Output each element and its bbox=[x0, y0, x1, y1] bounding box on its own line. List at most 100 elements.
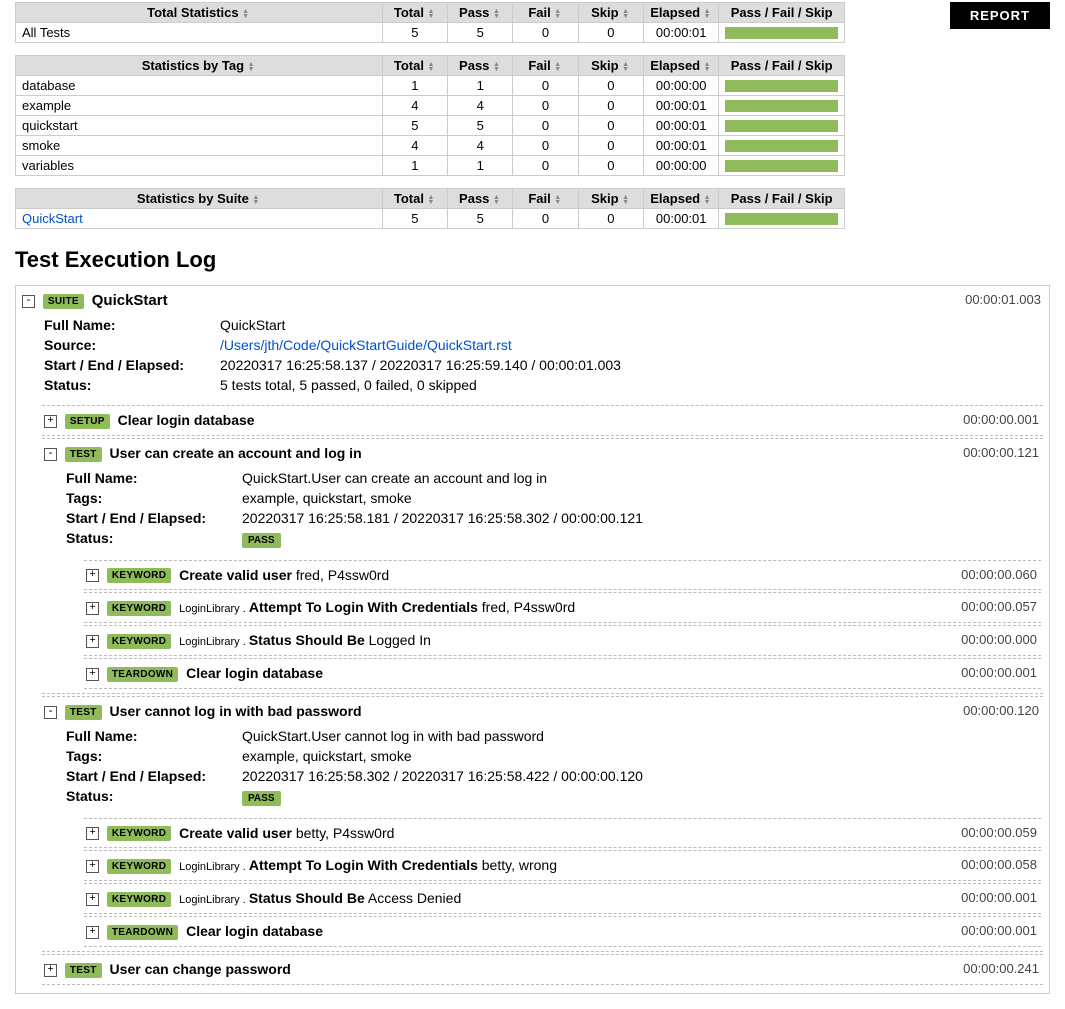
keyword-name: Clear login database bbox=[186, 923, 323, 939]
meta-value: 20220317 16:25:58.302 / 20220317 16:25:5… bbox=[242, 768, 1041, 784]
stat-graph bbox=[719, 23, 845, 43]
keyword-badge: TEARDOWN bbox=[107, 667, 178, 682]
expand-icon[interactable]: + bbox=[86, 668, 99, 681]
stat-name: example bbox=[16, 96, 383, 116]
keyword-elapsed: 00:00:00.060 bbox=[961, 567, 1037, 582]
keyword-row[interactable]: + KEYWORD LoginLibrary . Status Should B… bbox=[86, 630, 1039, 651]
test-row[interactable]: + TEST User can change password 00:00:00… bbox=[44, 959, 1041, 980]
expand-icon[interactable]: + bbox=[86, 926, 99, 939]
collapse-icon[interactable]: - bbox=[44, 448, 57, 461]
log-heading: Test Execution Log bbox=[15, 247, 1050, 273]
meta-value: PASS bbox=[242, 788, 1041, 806]
keyword-row[interactable]: + TEARDOWN Clear login database 00:00:00… bbox=[86, 921, 1039, 942]
col-header-pass[interactable]: Pass bbox=[448, 56, 513, 76]
test-meta: Full Name:QuickStart.User cannot log in … bbox=[44, 722, 1041, 816]
collapse-icon[interactable]: - bbox=[22, 295, 35, 308]
total-statistics-table: Total Statistics Total Pass Fail Skip El… bbox=[15, 2, 845, 43]
stat-skip: 0 bbox=[578, 96, 643, 116]
expand-icon[interactable]: + bbox=[44, 415, 57, 428]
setup-row[interactable]: + SETUP Clear login database 00:00:00.00… bbox=[44, 410, 1041, 431]
col-header-total[interactable]: Total bbox=[382, 56, 447, 76]
col-header-total[interactable]: Total bbox=[382, 3, 447, 23]
suite-meta: Full Name:QuickStart Source:/Users/jth/C… bbox=[22, 311, 1043, 403]
expand-icon[interactable]: + bbox=[86, 860, 99, 873]
expand-icon[interactable]: + bbox=[86, 635, 99, 648]
setup-badge: SETUP bbox=[65, 414, 110, 429]
suite-link[interactable]: QuickStart bbox=[22, 211, 83, 226]
collapse-icon[interactable]: - bbox=[44, 706, 57, 719]
suite-row[interactable]: - SUITE QuickStart 00:00:01.003 bbox=[22, 290, 1043, 311]
test-row[interactable]: - TEST User can create an account and lo… bbox=[44, 443, 1041, 464]
stat-name: database bbox=[16, 76, 383, 96]
col-header-skip[interactable]: Skip bbox=[578, 3, 643, 23]
keyword-args: Access Denied bbox=[368, 890, 461, 906]
col-header-elapsed[interactable]: Elapsed bbox=[644, 3, 719, 23]
stat-fail: 0 bbox=[513, 209, 578, 229]
keyword-badge: KEYWORD bbox=[107, 892, 171, 907]
col-header-elapsed[interactable]: Elapsed bbox=[644, 56, 719, 76]
keyword-row[interactable]: + KEYWORD LoginLibrary . Status Should B… bbox=[86, 888, 1039, 909]
col-header-skip[interactable]: Skip bbox=[578, 56, 643, 76]
expand-icon[interactable]: + bbox=[86, 569, 99, 582]
col-header-skip[interactable]: Skip bbox=[578, 189, 643, 209]
expand-icon[interactable]: + bbox=[86, 602, 99, 615]
stat-elapsed: 00:00:01 bbox=[644, 96, 719, 116]
stat-name: All Tests bbox=[16, 23, 383, 43]
test-badge: TEST bbox=[65, 705, 102, 720]
meta-label: Start / End / Elapsed: bbox=[66, 768, 242, 784]
stat-graph bbox=[719, 156, 845, 176]
stat-pass: 1 bbox=[448, 156, 513, 176]
status-badge: PASS bbox=[242, 533, 281, 548]
col-header-fail[interactable]: Fail bbox=[513, 189, 578, 209]
table-row: database110000:00:00 bbox=[16, 76, 845, 96]
meta-value: 5 tests total, 5 passed, 0 failed, 0 ski… bbox=[220, 377, 1043, 393]
table-row: example440000:00:01 bbox=[16, 96, 845, 116]
keyword-elapsed: 00:00:00.059 bbox=[961, 825, 1037, 840]
keyword-row[interactable]: + KEYWORD LoginLibrary . Attempt To Logi… bbox=[86, 597, 1039, 618]
test-row[interactable]: - TEST User cannot log in with bad passw… bbox=[44, 701, 1041, 722]
test-elapsed: 00:00:00.121 bbox=[963, 445, 1039, 460]
col-header-pass[interactable]: Pass bbox=[448, 189, 513, 209]
test-elapsed: 00:00:00.120 bbox=[963, 703, 1039, 718]
col-header-name[interactable]: Statistics by Suite bbox=[16, 189, 383, 209]
col-header-total[interactable]: Total bbox=[382, 189, 447, 209]
keyword-row[interactable]: + KEYWORD Create valid user fred, P4ssw0… bbox=[86, 565, 1039, 586]
stat-total: 5 bbox=[382, 209, 447, 229]
keyword-row[interactable]: + KEYWORD LoginLibrary . Attempt To Logi… bbox=[86, 855, 1039, 876]
stat-graph bbox=[719, 116, 845, 136]
keyword-lib: LoginLibrary . bbox=[179, 861, 249, 873]
col-header-pass[interactable]: Pass bbox=[448, 3, 513, 23]
col-header-name[interactable]: Statistics by Tag bbox=[16, 56, 383, 76]
meta-value: 20220317 16:25:58.181 / 20220317 16:25:5… bbox=[242, 510, 1041, 526]
meta-value: QuickStart.User cannot log in with bad p… bbox=[242, 728, 1041, 744]
stat-fail: 0 bbox=[513, 96, 578, 116]
stat-fail: 0 bbox=[513, 76, 578, 96]
keyword-args: fred, P4ssw0rd bbox=[296, 567, 389, 583]
source-link[interactable]: /Users/jth/Code/QuickStartGuide/QuickSta… bbox=[220, 337, 1043, 353]
stat-name: smoke bbox=[16, 136, 383, 156]
execution-log: - SUITE QuickStart 00:00:01.003 Full Nam… bbox=[15, 285, 1050, 994]
expand-icon[interactable]: + bbox=[44, 964, 57, 977]
stat-graph bbox=[719, 136, 845, 156]
keyword-row[interactable]: + KEYWORD Create valid user betty, P4ssw… bbox=[86, 823, 1039, 844]
suite-statistics-table: Statistics by Suite Total Pass Fail Skip… bbox=[15, 188, 845, 229]
stat-pass: 4 bbox=[448, 136, 513, 156]
tag-statistics-table: Statistics by Tag Total Pass Fail Skip E… bbox=[15, 55, 845, 176]
meta-value: example, quickstart, smoke bbox=[242, 748, 1041, 764]
report-button[interactable]: REPORT bbox=[950, 2, 1050, 29]
col-header-name[interactable]: Total Statistics bbox=[16, 3, 383, 23]
expand-icon[interactable]: + bbox=[86, 827, 99, 840]
col-header-elapsed[interactable]: Elapsed bbox=[644, 189, 719, 209]
keyword-row[interactable]: + TEARDOWN Clear login database 00:00:00… bbox=[86, 663, 1039, 684]
keyword-badge: TEARDOWN bbox=[107, 925, 178, 940]
col-header-graph: Pass / Fail / Skip bbox=[719, 3, 845, 23]
col-header-fail[interactable]: Fail bbox=[513, 3, 578, 23]
col-header-fail[interactable]: Fail bbox=[513, 56, 578, 76]
meta-value: 20220317 16:25:58.137 / 20220317 16:25:5… bbox=[220, 357, 1043, 373]
keyword-badge: KEYWORD bbox=[107, 601, 171, 616]
expand-icon[interactable]: + bbox=[86, 893, 99, 906]
keyword-name: Attempt To Login With Credentials bbox=[249, 857, 478, 873]
stat-graph bbox=[719, 96, 845, 116]
stat-name: variables bbox=[16, 156, 383, 176]
meta-label: Status: bbox=[66, 788, 242, 806]
